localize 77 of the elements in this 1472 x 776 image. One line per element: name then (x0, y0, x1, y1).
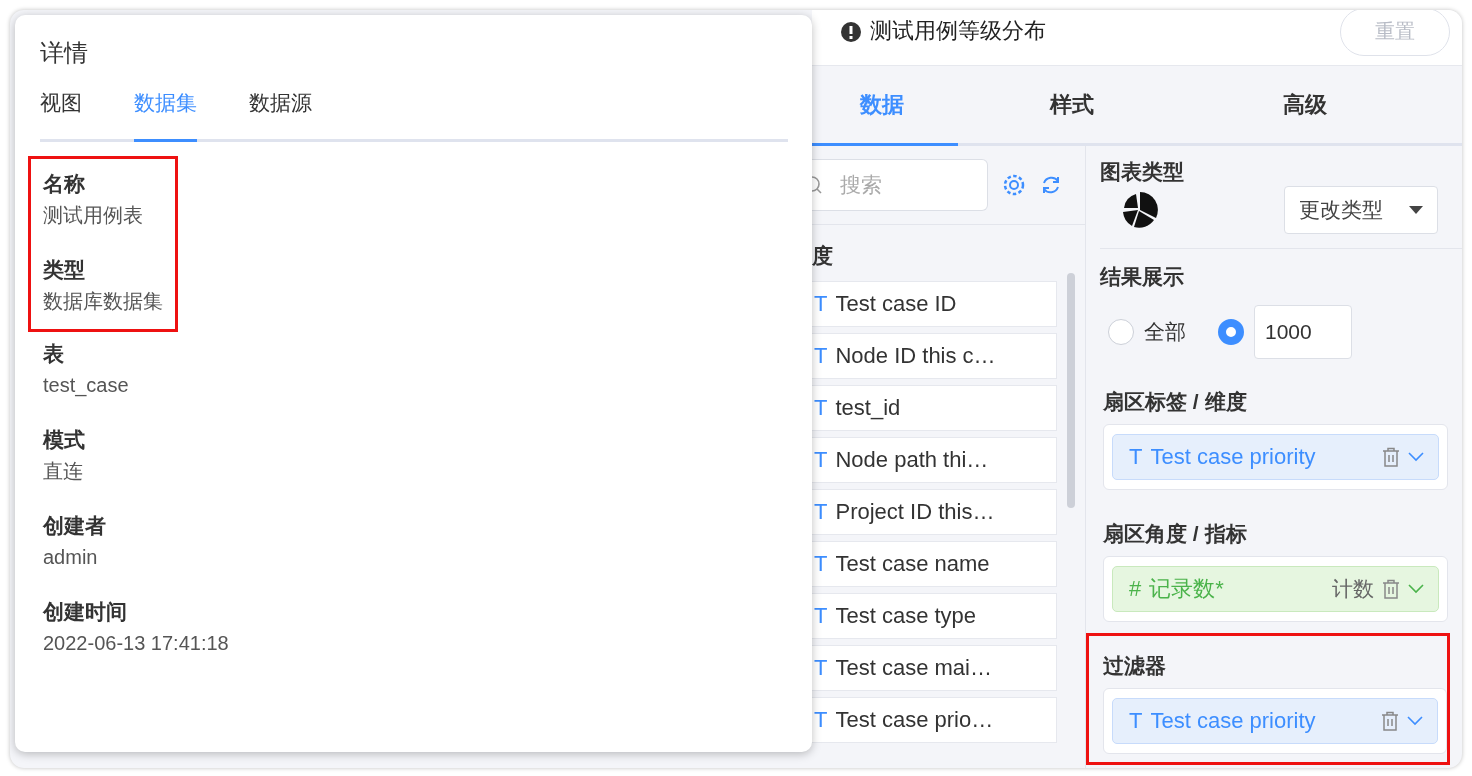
text-type-icon: T (814, 395, 828, 421)
text-type-icon: T (814, 343, 828, 369)
tab[interactable]: 高级 (1191, 66, 1424, 146)
field-name: 记录数* (1149, 575, 1225, 603)
chevron-down-icon[interactable] (1408, 452, 1424, 462)
field-name: Test case priority (1150, 708, 1317, 734)
field-value: 数据库数据集 (43, 289, 163, 314)
field-item[interactable]: T Test case type (812, 593, 1057, 639)
field-name: Node path thi… (835, 447, 989, 473)
field-value: 测试用例表 (43, 203, 144, 228)
text-type-icon: T (814, 707, 828, 733)
field-name: test_id (835, 395, 901, 421)
settings-icon[interactable] (1002, 173, 1026, 197)
text-type-icon: T (814, 499, 828, 525)
section-label: 图表类型 (1100, 159, 1184, 185)
info-icon (840, 20, 862, 43)
tab[interactable]: 数据源 (249, 89, 312, 142)
delete-icon[interactable] (1382, 579, 1400, 599)
field-name: Test case ID (835, 291, 957, 317)
field-value: 2022-06-13 17:41:18 (43, 631, 229, 656)
scrollbar[interactable] (1067, 273, 1075, 508)
field-label: 类型 (43, 257, 86, 283)
text-type-icon: T (814, 655, 828, 681)
caret-icon (1409, 206, 1423, 214)
section-label: 结果展示 (1100, 264, 1184, 290)
text-type-icon: T (814, 447, 828, 473)
section-label: 扇区角度 / 指标 (1103, 521, 1247, 547)
number-type-icon: # (1129, 576, 1142, 602)
chevron-down-icon[interactable] (1407, 716, 1423, 726)
change-type-dropdown[interactable]: 更改类型 (1284, 186, 1438, 234)
field-label: 创建时间 (43, 599, 128, 625)
section-label: 度 (812, 243, 833, 269)
chevron-down-icon[interactable] (1408, 584, 1424, 594)
field-name: Test case name (835, 551, 990, 577)
field-item[interactable]: T Test case mai… (812, 645, 1057, 691)
section-label: 扇区标签 / 维度 (1103, 389, 1247, 415)
tab[interactable]: 视图 (40, 89, 82, 142)
text-type-icon: T (1129, 444, 1143, 470)
panel-title: 详情 (40, 38, 88, 68)
radio-label[interactable]: 全部 (1144, 318, 1186, 346)
field-item[interactable]: T Test case name (812, 541, 1057, 587)
field-value: admin (43, 545, 99, 570)
search-field[interactable]: 搜索 (812, 159, 988, 211)
field-item[interactable]: T Project ID this… (812, 489, 1057, 535)
field-name: Node ID this c… (835, 343, 996, 369)
field-item[interactable]: T Test case prio… (812, 697, 1057, 743)
field-label: 表 (43, 341, 65, 367)
field-value: test_case (43, 373, 130, 399)
text-type-icon: T (1129, 708, 1143, 734)
field-item[interactable]: T Node ID this c… (812, 333, 1057, 379)
tab[interactable]: 样式 (958, 66, 1191, 146)
text-type-icon: T (814, 551, 828, 577)
field-value: 直连 (43, 459, 84, 484)
field-name: Test case mai… (835, 655, 992, 681)
refresh-icon[interactable] (1040, 174, 1062, 196)
pie-chart-icon (1120, 190, 1160, 230)
field-chip[interactable]: # 记录数* 计数 (1112, 566, 1439, 612)
chart-title: 测试用例等级分布 (870, 16, 1047, 45)
text-type-icon: T (814, 291, 828, 317)
field-item[interactable]: T Test case ID (812, 281, 1057, 327)
field-name: Test case priority (1150, 444, 1317, 470)
delete-icon[interactable] (1381, 711, 1399, 731)
aggregation-label: 计数 (1332, 576, 1374, 602)
section-label: 过滤器 (1103, 653, 1166, 679)
limit-input[interactable]: 1000 (1254, 305, 1352, 359)
field-name: Test case prio… (835, 707, 994, 733)
field-name: Test case type (835, 603, 977, 629)
radio-button[interactable] (1108, 319, 1134, 345)
delete-icon[interactable] (1382, 447, 1400, 467)
text-type-icon: T (814, 603, 828, 629)
field-label: 名称 (43, 171, 86, 197)
field-name: Project ID this… (835, 499, 995, 525)
field-item[interactable]: T test_id (812, 385, 1057, 431)
field-label: 模式 (43, 427, 86, 453)
radio-button[interactable] (1218, 319, 1244, 345)
field-item[interactable]: T Node path thi… (812, 437, 1057, 483)
field-label: 创建者 (43, 513, 107, 539)
